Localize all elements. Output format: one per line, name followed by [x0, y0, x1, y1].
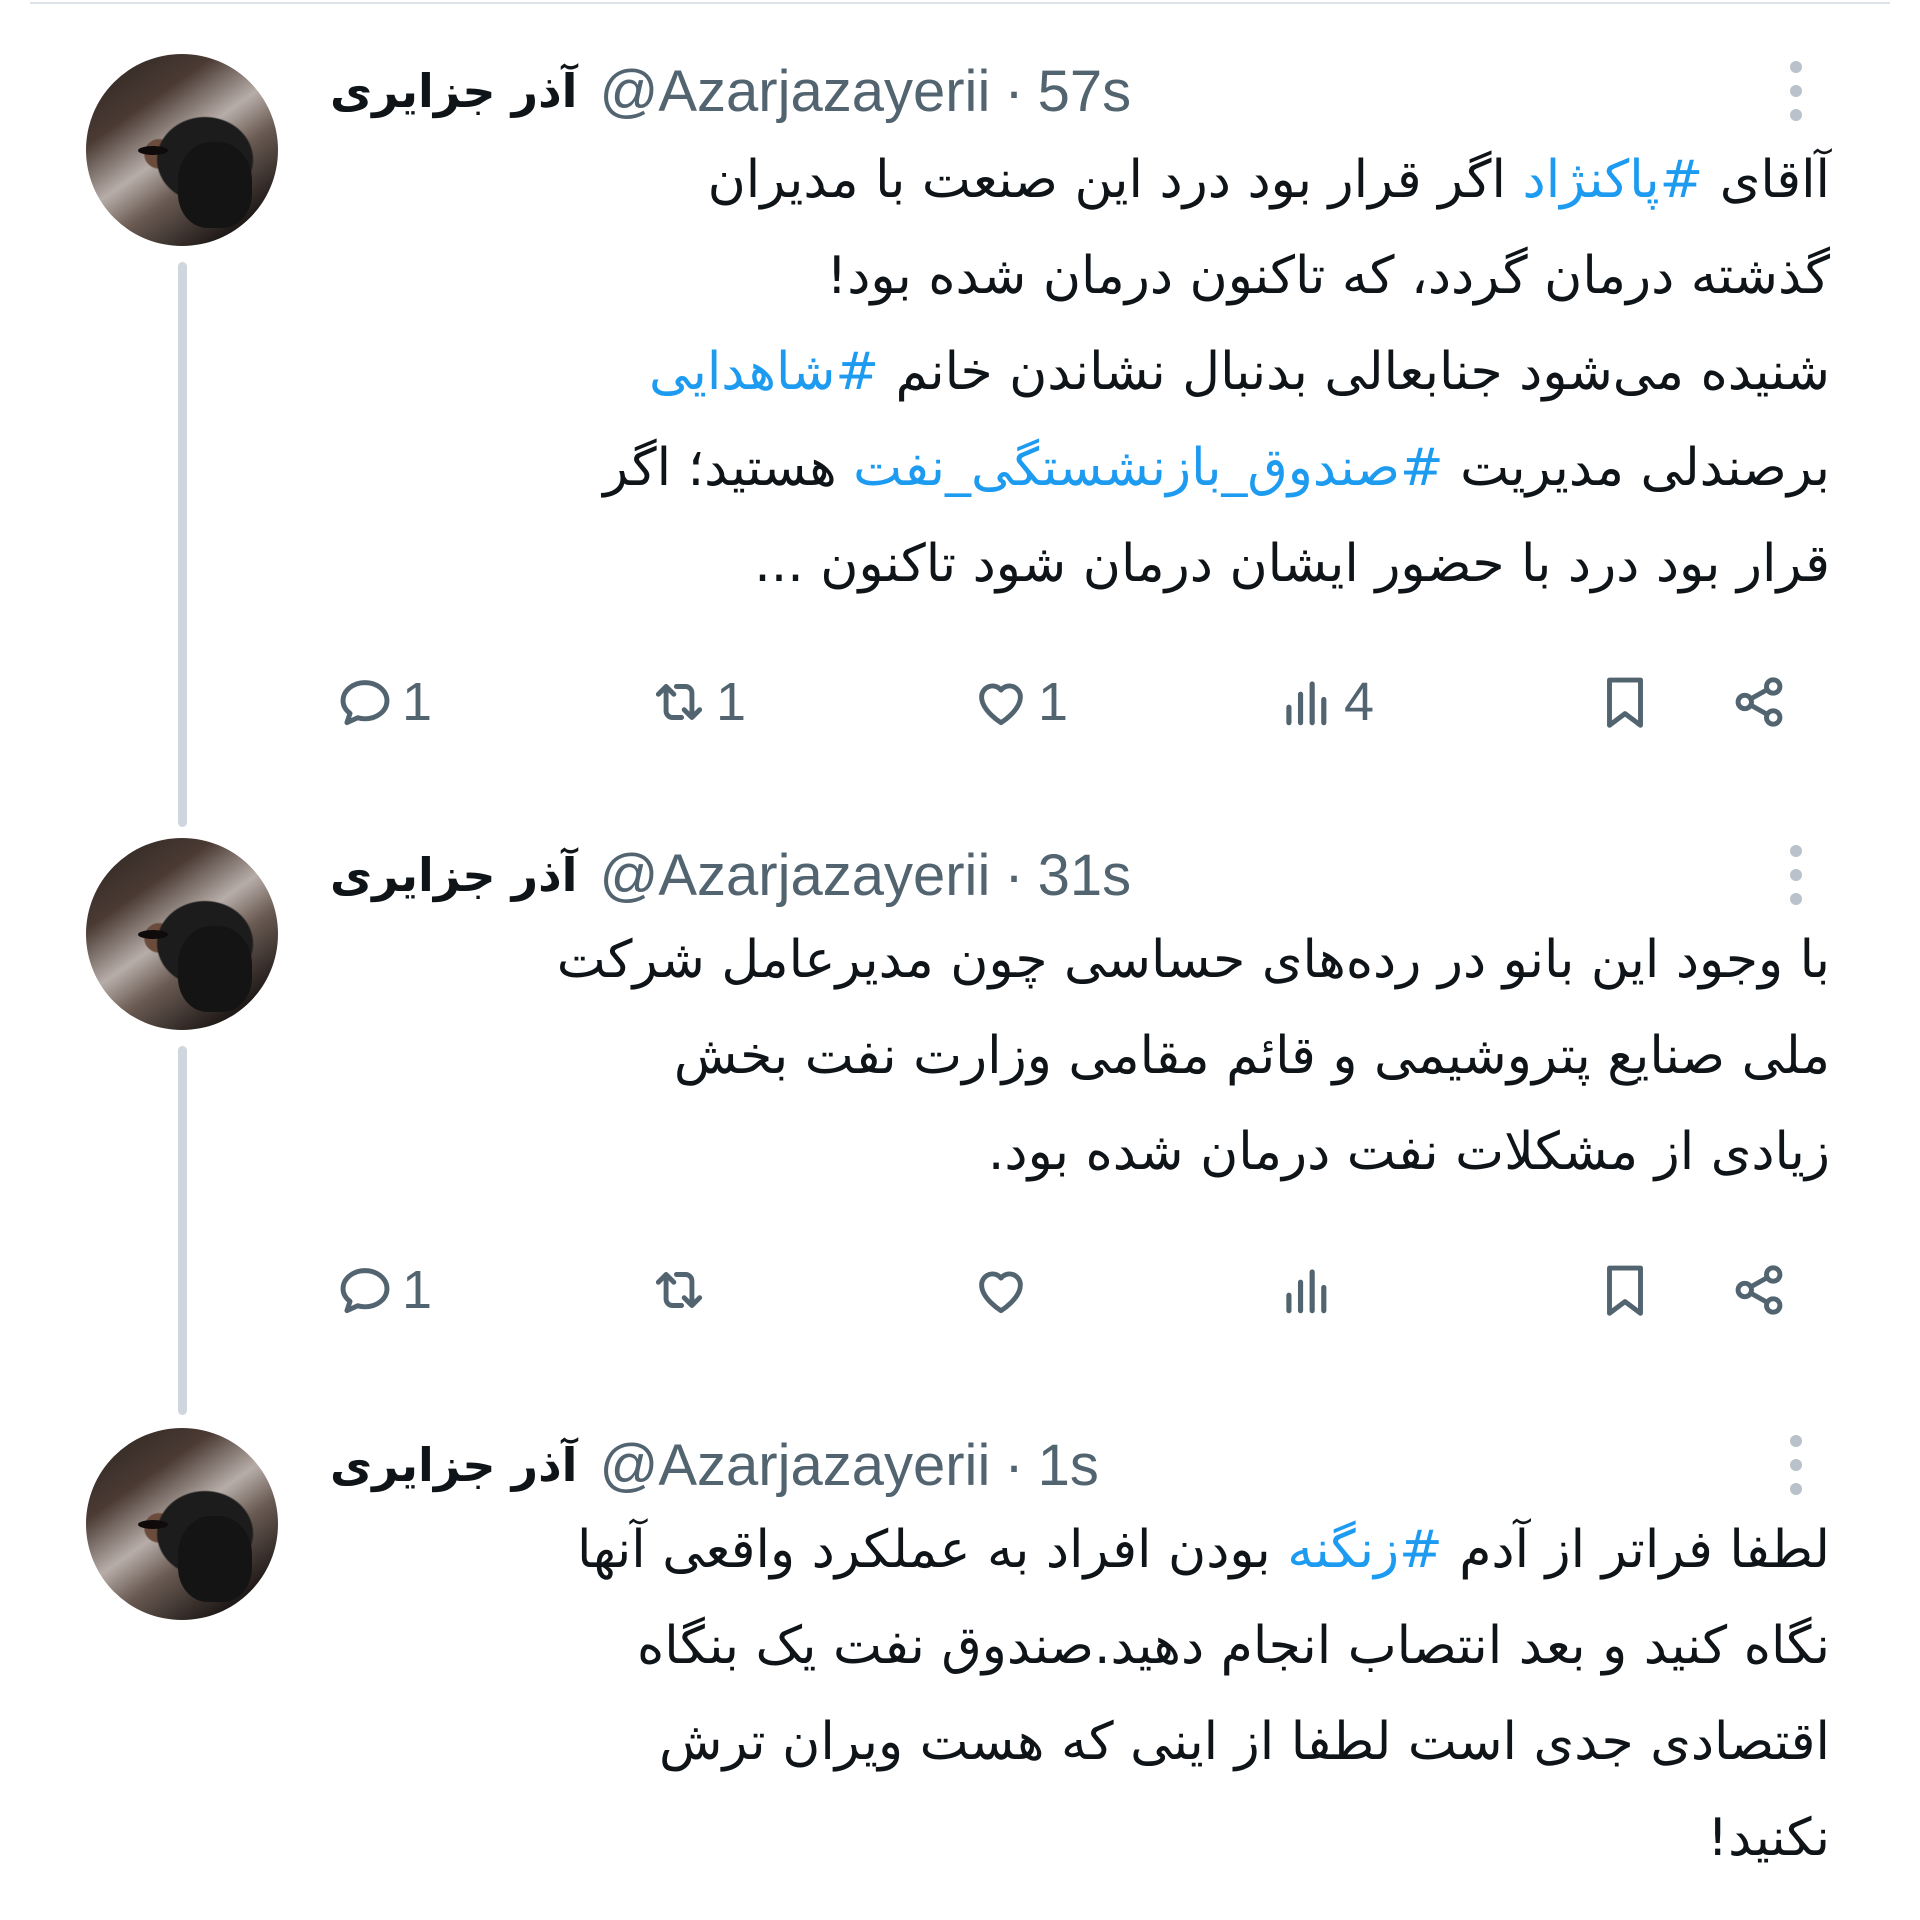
- tweet-header: آذر جزایری @Azarjazayerii · 57s: [330, 56, 1131, 126]
- bookmark-icon: [1607, 1265, 1643, 1316]
- text-run: ملی صنایع پتروشیمی و قائم مقامی وزارت نف…: [673, 1026, 1830, 1086]
- text-line: با وجود این بانو در رده‌های حساسی چون مد…: [330, 912, 1830, 1008]
- avatar[interactable]: [86, 54, 278, 246]
- action-bar: 1 1 1 4: [0, 662, 1920, 742]
- retweet-icon: [655, 1272, 703, 1308]
- retweet-button[interactable]: 1: [648, 662, 746, 742]
- text-run: اگر قرار بود درد این صنعت با مدیران: [707, 150, 1523, 210]
- text-line: نگاه کنید و بعد انتصاب انجام دهید.صندوق …: [330, 1598, 1830, 1694]
- avatar-eye: [138, 1520, 168, 1529]
- text-line: زیادی از مشکلات نفت درمان شده بود.: [330, 1104, 1830, 1200]
- views-count: 4: [1344, 672, 1375, 732]
- avatar-eye: [138, 930, 168, 939]
- text-run: هستید؛ اگر: [603, 438, 854, 498]
- hashtag-link[interactable]: #شاهدایی: [649, 342, 879, 402]
- text-run: شنیده می‌شود جنابعالی بدنبال نشاندن خانم: [878, 342, 1831, 402]
- bookmark-icon: [1607, 677, 1643, 728]
- tweet-text: آاقای #پاکنژاد اگر قرار بود درد این صنعت…: [330, 132, 1830, 612]
- retweet-button[interactable]: [648, 1250, 716, 1330]
- text-run: برصندلی مدیریت: [1443, 438, 1830, 498]
- avatar-mask: [178, 1516, 252, 1602]
- text-run: با وجود این بانو در رده‌های حساسی چون مد…: [556, 930, 1830, 990]
- text-run: زیادی از مشکلات نفت درمان شده بود.: [987, 1122, 1830, 1182]
- reply-icon: [340, 680, 390, 726]
- timestamp[interactable]: 31s: [1038, 842, 1132, 909]
- more-options-icon[interactable]: [1780, 1430, 1812, 1500]
- text-line: قرار بود درد با حضور ایشان درمان شود تاک…: [330, 516, 1830, 612]
- separator-dot: ·: [1004, 58, 1024, 124]
- like-icon: [979, 1271, 1023, 1314]
- avatar[interactable]: [86, 838, 278, 1030]
- text-run: نکنید!: [1707, 1808, 1830, 1868]
- tweet[interactable]: آذر جزایری @Azarjazayerii · 31s با وجود …: [0, 820, 1920, 1410]
- share-button[interactable]: [1728, 1250, 1790, 1330]
- more-options-icon[interactable]: [1780, 840, 1812, 910]
- text-run: اقتصادی جدی است لطفا از اینی که هست ویرا…: [659, 1712, 1830, 1772]
- like-button[interactable]: [970, 1250, 1038, 1330]
- views-button[interactable]: 4: [1276, 662, 1374, 742]
- hashtag-link[interactable]: #صندوق_بازنشستگی_نفت: [853, 438, 1443, 498]
- avatar-eye: [138, 146, 168, 155]
- more-options-icon[interactable]: [1780, 56, 1812, 126]
- reply-button[interactable]: 1: [334, 1250, 432, 1330]
- reply-count: 1: [402, 672, 433, 732]
- text-run: آاقای: [1703, 150, 1830, 210]
- reply-icon: [340, 1268, 390, 1314]
- user-handle[interactable]: @Azarjazayerii: [599, 842, 990, 909]
- tweet-text: لطفا فراتر از آدم #زنگنه بودن افراد به ع…: [330, 1502, 1830, 1886]
- text-line: لطفا فراتر از آدم #زنگنه بودن افراد به ع…: [330, 1502, 1830, 1598]
- text-run: گذشته درمان گردد، که تاکنون درمان شده بو…: [826, 246, 1830, 306]
- tweet[interactable]: آذر جزایری @Azarjazayerii · 57s آاقای #پ…: [0, 0, 1920, 820]
- share-icon: [1735, 1265, 1783, 1315]
- text-line: شنیده می‌شود جنابعالی بدنبال نشاندن خانم…: [330, 324, 1830, 420]
- user-handle[interactable]: @Azarjazayerii: [599, 1432, 990, 1499]
- avatar[interactable]: [86, 1428, 278, 1620]
- action-bar: 1: [0, 1250, 1920, 1330]
- reply-button[interactable]: 1: [334, 662, 432, 742]
- text-run: لطفا فراتر از آدم: [1442, 1520, 1830, 1580]
- text-line: آاقای #پاکنژاد اگر قرار بود درد این صنعت…: [330, 132, 1830, 228]
- timestamp[interactable]: 57s: [1038, 58, 1132, 125]
- tweet[interactable]: آذر جزایری @Azarjazayerii · 1s لطفا فرات…: [0, 1410, 1920, 1920]
- text-line: گذشته درمان گردد، که تاکنون درمان شده بو…: [330, 228, 1830, 324]
- hashtag-link[interactable]: #زنگنه: [1287, 1520, 1442, 1580]
- like-icon: [979, 683, 1023, 726]
- user-handle[interactable]: @Azarjazayerii: [599, 58, 990, 125]
- display-name[interactable]: آذر جزایری: [330, 64, 577, 118]
- bookmark-button[interactable]: [1594, 662, 1656, 742]
- text-line: نکنید!: [330, 1790, 1830, 1886]
- like-count: 1: [1038, 672, 1069, 732]
- share-button[interactable]: [1728, 662, 1790, 742]
- text-line: ملی صنایع پتروشیمی و قائم مقامی وزارت نف…: [330, 1008, 1830, 1104]
- bookmark-button[interactable]: [1594, 1250, 1656, 1330]
- text-line: اقتصادی جدی است لطفا از اینی که هست ویرا…: [330, 1694, 1830, 1790]
- separator-dot: ·: [1004, 842, 1024, 908]
- text-run: نگاه کنید و بعد انتصاب انجام دهید.صندوق …: [637, 1616, 1830, 1676]
- separator-dot: ·: [1004, 1432, 1024, 1498]
- share-icon: [1735, 677, 1783, 727]
- text-line: برصندلی مدیریت #صندوق_بازنشستگی_نفت هستی…: [330, 420, 1830, 516]
- avatar-mask: [178, 926, 252, 1012]
- tweet-header: آذر جزایری @Azarjazayerii · 31s: [330, 840, 1131, 910]
- retweet-count: 1: [716, 672, 747, 732]
- views-icon: [1286, 681, 1327, 726]
- retweet-icon: [655, 684, 703, 720]
- tweet-text: با وجود این بانو در رده‌های حساسی چون مد…: [330, 912, 1830, 1200]
- display-name[interactable]: آذر جزایری: [330, 1438, 577, 1492]
- text-run: قرار بود درد با حضور ایشان درمان شود تاک…: [754, 534, 1830, 594]
- timestamp[interactable]: 1s: [1038, 1432, 1099, 1499]
- reply-count: 1: [402, 1260, 433, 1320]
- display-name[interactable]: آذر جزایری: [330, 848, 577, 902]
- tweet-header: آذر جزایری @Azarjazayerii · 1s: [330, 1430, 1099, 1500]
- hashtag-link[interactable]: #پاکنژاد: [1523, 150, 1704, 210]
- views-icon: [1286, 1269, 1327, 1314]
- avatar-mask: [178, 142, 252, 228]
- views-button[interactable]: [1276, 1250, 1344, 1330]
- like-button[interactable]: 1: [970, 662, 1068, 742]
- text-run: بودن افراد به عملکرد واقعی آنها: [576, 1520, 1288, 1580]
